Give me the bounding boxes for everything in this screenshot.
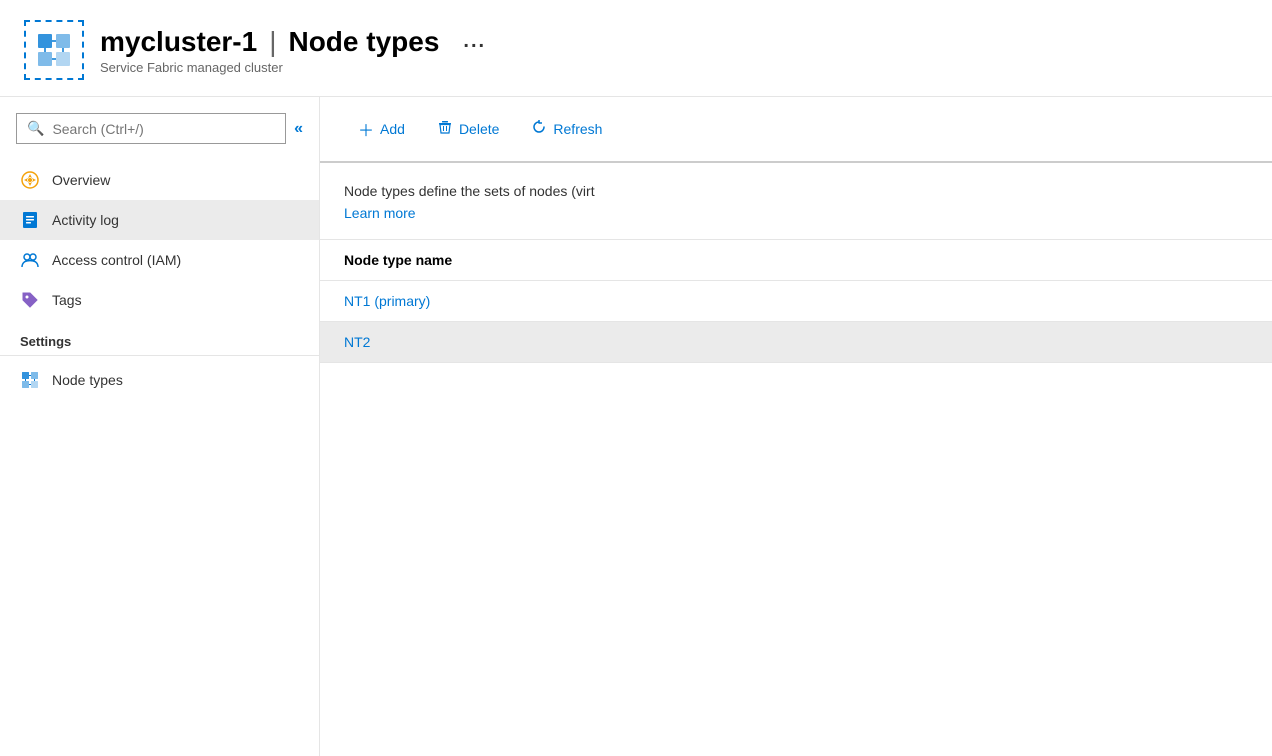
- sidebar: 🔍 « Overview: [0, 97, 320, 756]
- page-container: mycluster-1 | Node types ... Service Fab…: [0, 0, 1272, 756]
- more-options-button[interactable]: ...: [463, 30, 486, 53]
- settings-section-label: Settings: [0, 320, 319, 355]
- sidebar-item-tags[interactable]: Tags: [0, 280, 319, 320]
- title-separator: |: [269, 26, 276, 58]
- search-icon: 🔍: [27, 120, 44, 137]
- table-row[interactable]: NT2: [320, 322, 1272, 363]
- search-container: 🔍 «: [0, 113, 319, 160]
- tags-icon: [20, 290, 40, 310]
- collapse-button[interactable]: «: [294, 120, 303, 138]
- sidebar-item-overview[interactable]: Overview: [0, 160, 319, 200]
- sidebar-item-access-control[interactable]: Access control (IAM): [0, 240, 319, 280]
- cluster-icon-svg: [34, 30, 74, 70]
- activity-log-icon: [20, 210, 40, 230]
- delete-label: Delete: [459, 121, 499, 137]
- header: mycluster-1 | Node types ... Service Fab…: [0, 0, 1272, 97]
- add-icon: ＋: [358, 117, 374, 141]
- main-layout: 🔍 « Overview: [0, 97, 1272, 756]
- header-title: mycluster-1 | Node types ...: [100, 26, 486, 58]
- content-area: ＋ Add Delete: [320, 97, 1272, 756]
- page-name: Node types: [288, 26, 439, 58]
- node-type-nt1: NT1 (primary): [344, 293, 430, 309]
- header-text: mycluster-1 | Node types ... Service Fab…: [100, 26, 486, 75]
- description-content: Node types define the sets of nodes (vir…: [344, 183, 595, 199]
- activity-log-label: Activity log: [52, 212, 119, 228]
- node-types-icon: [20, 370, 40, 390]
- table-column-header: Node type name: [320, 240, 1272, 281]
- header-subtitle: Service Fabric managed cluster: [100, 60, 486, 75]
- description-section: Node types define the sets of nodes (vir…: [320, 163, 1272, 240]
- cluster-icon: [24, 20, 84, 80]
- table-row[interactable]: NT1 (primary): [320, 281, 1272, 322]
- overview-icon: [20, 170, 40, 190]
- description-text: Node types define the sets of nodes (vir…: [344, 183, 1248, 199]
- add-label: Add: [380, 121, 405, 137]
- node-type-table: Node type name NT1 (primary) NT2: [320, 240, 1272, 363]
- access-control-label: Access control (IAM): [52, 252, 181, 268]
- node-types-label: Node types: [52, 372, 123, 388]
- node-type-nt2: NT2: [344, 334, 370, 350]
- refresh-button[interactable]: Refresh: [517, 111, 616, 148]
- add-button[interactable]: ＋ Add: [344, 109, 419, 149]
- delete-button[interactable]: Delete: [423, 111, 513, 148]
- refresh-label: Refresh: [553, 121, 602, 137]
- section-divider: [0, 355, 319, 356]
- search-input[interactable]: [52, 121, 275, 137]
- delete-icon: [437, 119, 453, 140]
- cluster-name: mycluster-1: [100, 26, 257, 58]
- tags-label: Tags: [52, 292, 82, 308]
- learn-more-link[interactable]: Learn more: [344, 205, 416, 221]
- search-box[interactable]: 🔍: [16, 113, 286, 144]
- sidebar-item-node-types[interactable]: Node types: [0, 360, 319, 400]
- overview-label: Overview: [52, 172, 110, 188]
- sidebar-item-activity-log[interactable]: Activity log: [0, 200, 319, 240]
- toolbar: ＋ Add Delete: [320, 97, 1272, 163]
- refresh-icon: [531, 119, 547, 140]
- access-control-icon: [20, 250, 40, 270]
